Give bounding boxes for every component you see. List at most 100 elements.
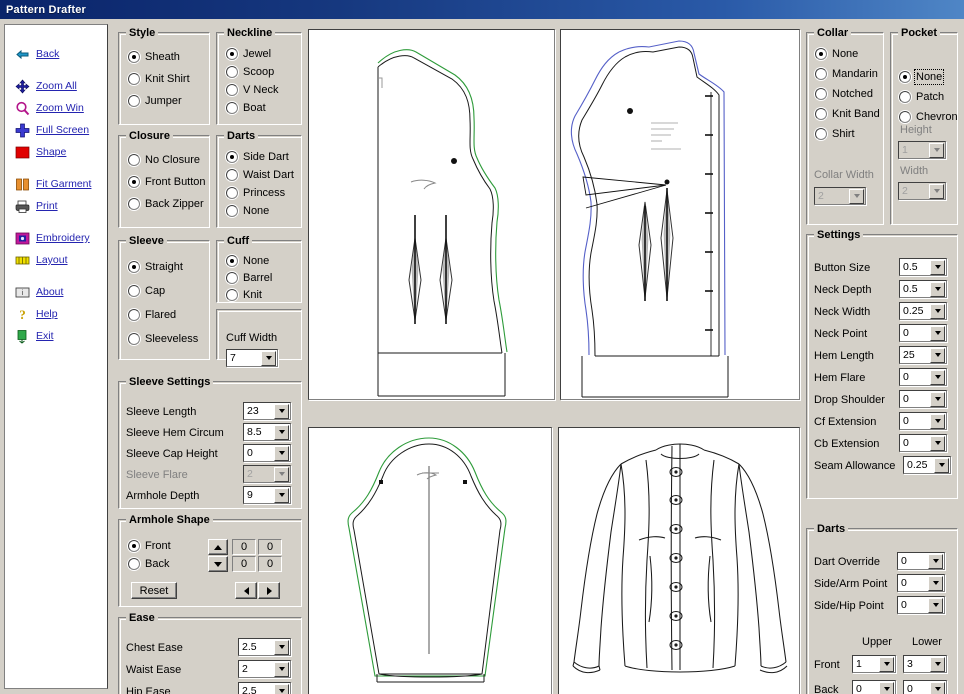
back-bodice-canvas[interactable] xyxy=(308,29,555,400)
radio-cuff-knit[interactable]: Knit xyxy=(226,289,262,301)
radio-darts-none[interactable]: None xyxy=(226,205,269,217)
chevron-down-icon[interactable] xyxy=(274,403,289,419)
seam-allowance-combo[interactable]: 0.25 xyxy=(903,456,951,474)
sidebar-item-embroidery[interactable]: Embroidery xyxy=(5,227,107,249)
button-size-combo[interactable]: 0.5 xyxy=(899,258,947,276)
sidebar-item-back[interactable]: Back xyxy=(5,43,107,65)
darts-back-upper-combo[interactable]: 0 xyxy=(852,680,896,694)
radio-darts-princess[interactable]: Princess xyxy=(226,187,285,199)
radio-collar-mandarin[interactable]: Mandarin xyxy=(815,68,878,80)
chevron-down-icon[interactable] xyxy=(879,681,894,694)
hem-length-combo[interactable]: 25 xyxy=(899,346,947,364)
neck-depth-combo[interactable]: 0.5 xyxy=(899,280,947,298)
chevron-down-icon[interactable] xyxy=(930,656,945,672)
darts-back-lower-combo[interactable]: 0 xyxy=(903,680,947,694)
sleeve-hem-circum-combo[interactable]: 8.5 xyxy=(243,423,291,441)
radio-sleeve-sleeveless[interactable]: Sleeveless xyxy=(128,333,198,345)
chevron-down-icon[interactable] xyxy=(261,350,276,366)
dart-override-combo[interactable]: 0 xyxy=(897,552,945,570)
radio-collar-knit-band[interactable]: Knit Band xyxy=(815,108,880,120)
armhole-down-button[interactable] xyxy=(208,556,228,572)
armhole-depth-combo[interactable]: 9 xyxy=(243,486,291,504)
darts-front-lower-combo[interactable]: 3 xyxy=(903,655,947,673)
chevron-down-icon[interactable] xyxy=(930,303,945,319)
hem-flare-combo[interactable]: 0 xyxy=(899,368,947,386)
sidebar-item-zoom-all[interactable]: Zoom All xyxy=(5,75,107,97)
chevron-down-icon[interactable] xyxy=(930,325,945,341)
cb-extension-combo[interactable]: 0 xyxy=(899,434,947,452)
radio-cuff-barrel[interactable]: Barrel xyxy=(226,272,272,284)
radio-pocket-patch[interactable]: Patch xyxy=(899,91,944,103)
radio-sleeve-straight[interactable]: Straight xyxy=(128,261,183,273)
garment-flat-canvas[interactable] xyxy=(558,427,800,694)
radio-sleeve-cap[interactable]: Cap xyxy=(128,285,165,297)
chevron-down-icon[interactable] xyxy=(930,347,945,363)
waist-ease-combo[interactable]: 2 xyxy=(238,660,291,678)
radio-neckline-jewel[interactable]: Jewel xyxy=(226,48,271,60)
radio-armhole-back[interactable]: Back xyxy=(128,558,169,570)
radio-pocket-none[interactable]: None xyxy=(899,69,945,85)
side-arm-point-combo[interactable]: 0 xyxy=(897,574,945,592)
chevron-down-icon[interactable] xyxy=(274,487,289,503)
radio-cuff-none[interactable]: None xyxy=(226,255,269,267)
chevron-down-icon[interactable] xyxy=(274,424,289,440)
sidebar-item-print[interactable]: Print xyxy=(5,195,107,217)
radio-neckline-scoop[interactable]: Scoop xyxy=(226,66,274,78)
darts-front-upper-combo[interactable]: 1 xyxy=(852,655,896,673)
radio-closure-front-button[interactable]: Front Button xyxy=(128,176,206,188)
chevron-down-icon[interactable] xyxy=(928,553,943,569)
chevron-down-icon[interactable] xyxy=(274,639,289,655)
radio-sleeve-flared[interactable]: Flared xyxy=(128,309,176,321)
chevron-down-icon[interactable] xyxy=(934,457,949,473)
radio-darts-waist-dart[interactable]: Waist Dart xyxy=(226,169,294,181)
radio-neckline-boat[interactable]: Boat xyxy=(226,102,266,114)
armhole-up-button[interactable] xyxy=(208,539,228,555)
hip-ease-combo[interactable]: 2.5 xyxy=(238,682,291,694)
sleeve-cap-height-combo[interactable]: 0 xyxy=(243,444,291,462)
chevron-down-icon[interactable] xyxy=(274,445,289,461)
sidebar-item-fit-garment[interactable]: Fit Garment xyxy=(5,173,107,195)
chevron-down-icon[interactable] xyxy=(930,435,945,451)
armhole-reset-button[interactable]: Reset xyxy=(131,582,177,599)
chevron-down-icon[interactable] xyxy=(930,681,945,694)
chevron-down-icon[interactable] xyxy=(274,661,289,677)
radio-collar-shirt[interactable]: Shirt xyxy=(815,128,855,140)
radio-darts-side-dart[interactable]: Side Dart xyxy=(226,151,289,163)
radio-pocket-chevron[interactable]: Chevron xyxy=(899,111,958,123)
sidebar-item-exit[interactable]: Exit xyxy=(5,325,107,347)
sidebar-item-zoom-win[interactable]: Zoom Win xyxy=(5,97,107,119)
drop-shoulder-combo[interactable]: 0 xyxy=(899,390,947,408)
chevron-down-icon[interactable] xyxy=(928,597,943,613)
radio-style-jumper[interactable]: Jumper xyxy=(128,95,182,107)
radio-collar-none[interactable]: None xyxy=(815,48,858,60)
chevron-down-icon[interactable] xyxy=(274,683,289,694)
sleeve-canvas[interactable] xyxy=(308,427,552,694)
sidebar-item-help[interactable]: ? Help xyxy=(5,303,107,325)
chevron-down-icon[interactable] xyxy=(928,575,943,591)
chevron-down-icon[interactable] xyxy=(930,413,945,429)
neck-width-combo[interactable]: 0.25 xyxy=(899,302,947,320)
radio-closure-no-closure[interactable]: No Closure xyxy=(128,154,200,166)
side-hip-point-combo[interactable]: 0 xyxy=(897,596,945,614)
armhole-right-button[interactable] xyxy=(258,582,280,599)
radio-closure-back-zipper[interactable]: Back Zipper xyxy=(128,198,204,210)
sidebar-item-about[interactable]: i About xyxy=(5,281,107,303)
radio-armhole-front[interactable]: Front xyxy=(128,540,171,552)
sidebar-item-full-screen[interactable]: Full Screen xyxy=(5,119,107,141)
front-bodice-canvas[interactable] xyxy=(560,29,800,400)
chevron-down-icon[interactable] xyxy=(930,369,945,385)
armhole-left-button[interactable] xyxy=(235,582,257,599)
chevron-down-icon[interactable] xyxy=(930,259,945,275)
neck-point-combo[interactable]: 0 xyxy=(899,324,947,342)
sidebar-item-layout[interactable]: Layout xyxy=(5,249,107,271)
radio-style-sheath[interactable]: Sheath xyxy=(128,51,180,63)
cf-extension-combo[interactable]: 0 xyxy=(899,412,947,430)
cuff-width-combo[interactable]: 7 xyxy=(226,349,278,367)
chevron-down-icon[interactable] xyxy=(930,391,945,407)
sleeve-length-combo[interactable]: 23 xyxy=(243,402,291,420)
sidebar-item-shape[interactable]: Shape xyxy=(5,141,107,163)
chest-ease-combo[interactable]: 2.5 xyxy=(238,638,291,656)
chevron-down-icon[interactable] xyxy=(930,281,945,297)
chevron-down-icon[interactable] xyxy=(879,656,894,672)
radio-neckline-v-neck[interactable]: V Neck xyxy=(226,84,278,96)
